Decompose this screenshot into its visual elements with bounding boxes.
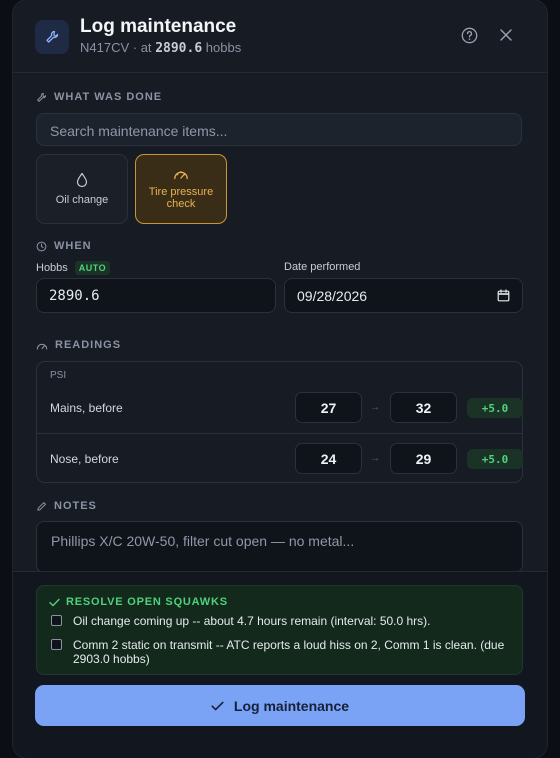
notes-field[interactable] bbox=[36, 521, 523, 573]
submit-label: Log maintenance bbox=[233, 697, 350, 714]
reading-after-input[interactable]: 32 bbox=[390, 392, 457, 423]
what-section-label: WHAT WAS DONE bbox=[36, 91, 162, 103]
dialog-title: Log maintenance bbox=[80, 16, 237, 37]
reading-before-input[interactable]: 27 bbox=[295, 392, 362, 423]
hobbs-input[interactable]: 2890.6 bbox=[36, 278, 276, 313]
tail-number: N417CV bbox=[80, 40, 130, 55]
hobbs-field-label: Hobbs AUTO bbox=[36, 261, 111, 275]
pencil-icon bbox=[37, 501, 46, 511]
dialog-footer: RESOLVE OPEN SQUAWKS Oil change coming u… bbox=[13, 571, 547, 758]
readings-section-label: READINGS bbox=[36, 339, 121, 351]
chip-oil-change[interactable]: Oil change bbox=[36, 154, 128, 224]
maintenance-search[interactable] bbox=[36, 113, 522, 147]
close-button[interactable] bbox=[495, 24, 517, 46]
header-hobbs-value: 2890.6 bbox=[155, 41, 203, 56]
chip-label: Oil change bbox=[55, 194, 109, 206]
squawk-checkbox[interactable] bbox=[51, 615, 62, 626]
squawk-checkbox[interactable] bbox=[51, 639, 62, 650]
reading-label: Mains, before bbox=[50, 401, 123, 415]
check-icon bbox=[211, 701, 224, 710]
gauge-small-icon bbox=[36, 343, 48, 350]
date-field-label: Date performed bbox=[284, 261, 361, 273]
chip-label: Tire pressure check bbox=[148, 186, 214, 210]
when-section-label: WHEN bbox=[36, 240, 92, 252]
date-value: 09/28/2026 bbox=[297, 287, 368, 304]
notes-textarea[interactable] bbox=[49, 531, 514, 569]
reading-delta-badge: +5.0 bbox=[467, 398, 523, 418]
dialog-subtitle: N417CV · at 2890.6 hobbs bbox=[80, 40, 241, 56]
dialog-header: Log maintenance N417CV · at 2890.6 hobbs bbox=[13, 0, 547, 73]
squawk-item[interactable]: Comm 2 static on transmit -- ATC reports… bbox=[51, 638, 513, 666]
clock-icon bbox=[36, 241, 47, 251]
chip-tire-pressure-check[interactable]: Tire pressure check bbox=[135, 154, 227, 224]
arrow-icon: → bbox=[370, 402, 380, 413]
reading-after-input[interactable]: 29 bbox=[390, 443, 457, 474]
readings-panel: PSI Mains, before 27 → 32 +5.0 Nose, bef… bbox=[36, 361, 523, 483]
date-input[interactable]: 09/28/2026 bbox=[284, 278, 523, 313]
calendar-icon[interactable] bbox=[497, 289, 510, 302]
log-maintenance-dialog: Log maintenance N417CV · at 2890.6 hobbs… bbox=[13, 0, 547, 758]
header-hobbs-unit: hobbs bbox=[205, 40, 242, 55]
reading-row-nose: Nose, before 24 → 29 +5.0 bbox=[37, 433, 523, 484]
squawks-title: RESOLVE OPEN SQUAWKS bbox=[49, 596, 228, 608]
reading-label: Nose, before bbox=[50, 452, 119, 466]
close-icon bbox=[500, 29, 512, 41]
open-squawks-panel: RESOLVE OPEN SQUAWKS Oil change coming u… bbox=[36, 585, 523, 675]
at-label: · at bbox=[132, 40, 152, 55]
help-button[interactable] bbox=[458, 24, 480, 46]
search-input[interactable] bbox=[48, 114, 514, 147]
squawk-item[interactable]: Oil change coming up -- about 4.7 hours … bbox=[51, 614, 511, 628]
auto-badge: AUTO bbox=[74, 261, 111, 275]
readings-unit: PSI bbox=[50, 370, 67, 381]
squawk-text: Comm 2 static on transmit -- ATC reports… bbox=[73, 638, 505, 666]
gauge-icon bbox=[174, 171, 188, 180]
reading-row-mains: Mains, before 27 → 32 +5.0 bbox=[37, 383, 523, 433]
reading-delta-badge: +5.0 bbox=[467, 449, 523, 469]
check-icon bbox=[49, 598, 60, 606]
wrench-icon bbox=[35, 20, 69, 54]
droplet-icon bbox=[76, 172, 88, 188]
help-icon bbox=[461, 27, 477, 43]
arrow-icon: → bbox=[370, 453, 380, 464]
notes-section-label: NOTES bbox=[36, 500, 97, 512]
wrench-small-icon bbox=[37, 92, 47, 102]
squawk-text: Oil change coming up -- about 4.7 hours … bbox=[73, 614, 431, 628]
log-maintenance-button[interactable]: Log maintenance bbox=[35, 685, 525, 726]
reading-before-input[interactable]: 24 bbox=[295, 443, 362, 474]
